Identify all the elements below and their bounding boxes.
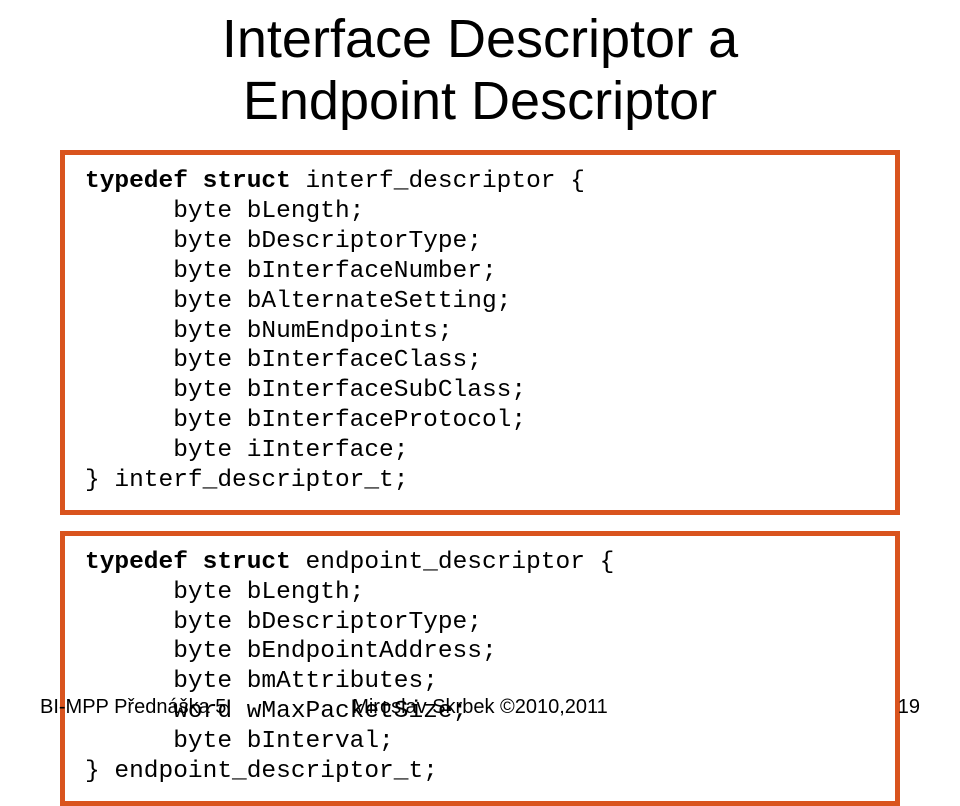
code-box-endpoint: typedef struct endpoint_descriptor { byt… [60,531,900,806]
slide: Interface Descriptor a Endpoint Descript… [0,0,960,733]
footer-page-number: 19 [898,696,920,719]
code-line: byte bLength; [85,579,364,606]
code-line: byte bInterfaceSubClass; [85,377,526,404]
code-line: byte iInterface; [85,437,408,464]
code-text: interf_descriptor { [306,168,585,195]
code-interface: typedef struct interf_descriptor { byte … [85,167,875,496]
footer-center: Miroslav Skrbek ©2010,2011 [352,696,608,719]
code-line: byte bEndpointAddress; [85,638,497,665]
footer-left: BI-MPP Přednáška 5 [40,696,226,719]
code-box-interface: typedef struct interf_descriptor { byte … [60,150,900,515]
code-line: byte bLength; [85,198,364,225]
code-text: endpoint_descriptor { [306,549,615,576]
title-line-2: Endpoint Descriptor [243,71,717,131]
slide-footer: BI-MPP Přednáška 5 Miroslav Skrbek ©2010… [0,696,960,719]
slide-title: Interface Descriptor a Endpoint Descript… [60,0,900,150]
code-keyword: typedef struct [85,549,306,576]
code-line: } interf_descriptor_t; [85,467,408,494]
code-keyword: typedef struct [85,168,306,195]
code-endpoint: typedef struct endpoint_descriptor { byt… [85,548,875,787]
code-line: byte bDescriptorType; [85,609,482,636]
code-line: byte bInterfaceProtocol; [85,407,526,434]
code-line: } endpoint_descriptor_t; [85,758,438,785]
code-line: byte bmAttributes; [85,668,438,695]
code-line: byte bInterfaceNumber; [85,258,497,285]
code-line: byte bDescriptorType; [85,228,482,255]
code-line: byte bNumEndpoints; [85,318,453,345]
title-line-1: Interface Descriptor a [222,9,738,69]
code-line: byte bAlternateSetting; [85,288,511,315]
code-line: byte bInterfaceClass; [85,347,482,374]
code-line: byte bInterval; [85,728,394,755]
